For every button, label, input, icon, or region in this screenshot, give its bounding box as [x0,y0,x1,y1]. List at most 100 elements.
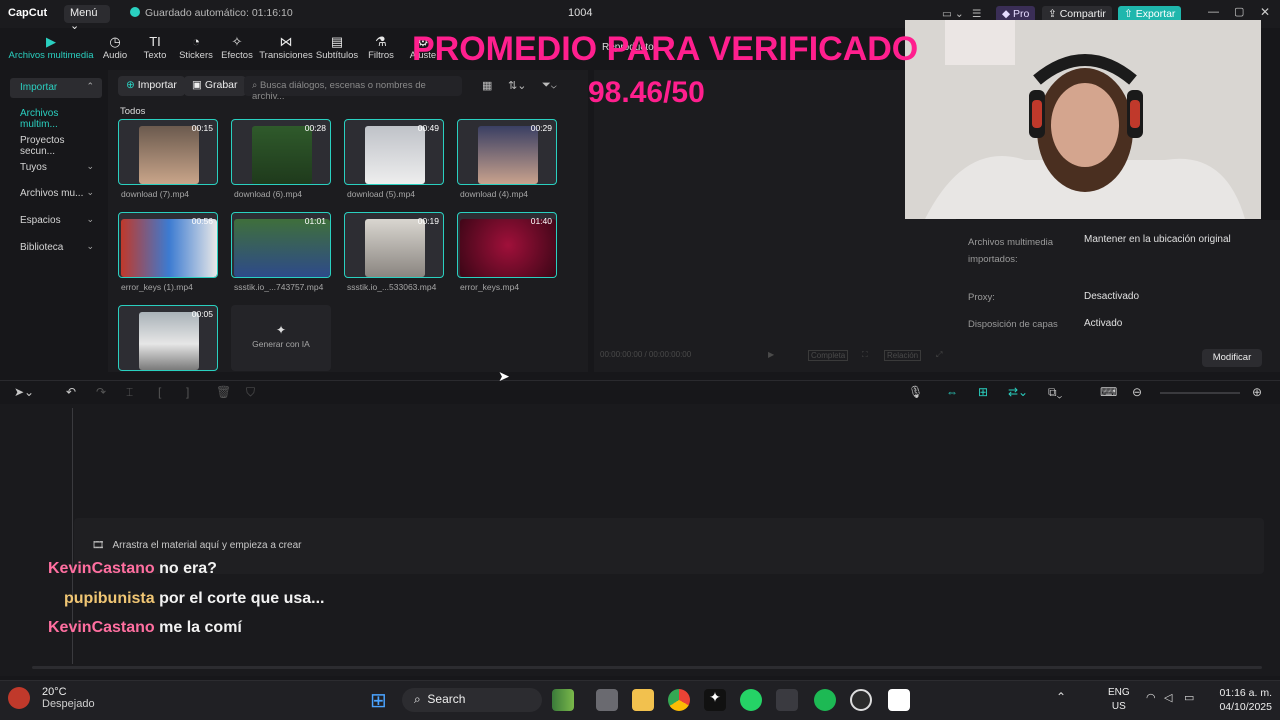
sidebar-item-media-library[interactable]: Archivos mu... ⌄ [10,184,102,204]
zoom-in-icon[interactable]: ⊕ [1252,385,1262,399]
taskbar-search[interactable]: ⌕ Search [402,688,542,712]
prop-value[interactable]: Mantener en la ubicación original [1084,234,1231,245]
media-clip[interactable]: 00:49 [344,119,444,185]
link-icon[interactable]: ⇔ [946,385,958,399]
tool-label: Efectos [221,50,253,61]
fullscreen-mode-button[interactable]: Completa [808,350,849,361]
tool-captions[interactable]: ▤ Subtítulos [314,34,360,61]
filter-icon[interactable]: ⏷⌄ [542,79,557,92]
weather-icon [8,687,30,709]
media-clip[interactable]: 00:29 [457,119,557,185]
microphone-icon[interactable]: 🎙 [908,385,923,399]
sidebar-item-library[interactable]: Biblioteca ⌄ [10,238,102,258]
clock-date: 04/10/2025 [1219,701,1272,713]
project-name[interactable]: 1004 [568,7,592,19]
whatsapp-icon[interactable] [740,689,762,711]
chat-text: por el corte que usa... [159,590,325,607]
redo-icon[interactable]: ↷ [96,385,106,399]
tool-effects[interactable]: ✧ Efectos [214,34,260,61]
zoom-out-icon[interactable]: ⊖ [1132,385,1142,399]
tray-chevron-icon[interactable]: ⌃ [1056,690,1066,704]
media-clip[interactable]: 00:56 [118,212,218,278]
pro-label: Pro [1013,8,1030,20]
tool-stickers[interactable]: ◔ Stickers [173,34,219,61]
tool-label: Archivos multimedia [8,50,94,61]
system-clock[interactable]: 01:16 a. m. 04/10/2025 [1206,686,1272,714]
minimize-icon[interactable]: — [1208,6,1219,18]
chrome-icon[interactable] [668,689,690,711]
import-button[interactable]: ⊕ Importar [118,76,185,96]
spotify-icon[interactable] [814,689,836,711]
tool-filters[interactable]: ⚗ Filtros [358,34,404,61]
tool-media[interactable]: ▶ Archivos multimedia [8,34,94,61]
sidebar-item-label: Biblioteca [20,242,64,253]
ratio-button[interactable]: Relación [884,350,922,361]
maximize-icon[interactable]: ▢ [1234,5,1244,18]
wifi-icon[interactable]: ◠ [1146,691,1156,704]
prop-value[interactable]: Activado [1084,318,1122,329]
clip-duration: 01:01 [304,216,326,226]
file-manager-icon[interactable] [596,689,618,711]
snap-icon[interactable]: ⇄⌄ [1008,385,1028,399]
sidebar-item-media[interactable]: Archivos multim... [10,104,102,130]
media-clip[interactable]: 00:15 [118,119,218,185]
region-label: US [1111,701,1126,712]
timeline-scrollbar[interactable] [32,666,1262,669]
clip-duration: 00:29 [530,123,552,133]
sparkle-icon: ✦ [275,323,287,337]
tool-transitions[interactable]: ⋈ Transiciones [258,34,314,61]
pointer-icon[interactable]: ➤⌄ [14,385,34,399]
trim-left-icon[interactable]: [ [158,385,161,399]
crop-icon[interactable]: ⛶ [862,350,868,360]
shield-icon[interactable]: ⛉ [246,385,255,400]
tool-label: Transiciones [259,50,313,61]
chevron-down-icon: ⌄ [86,214,94,224]
sidebar-item-spaces[interactable]: Espacios ⌄ [10,211,102,231]
expand-icon[interactable]: ⤢ [936,350,942,360]
autosave-text: Guardado automático: 01:16:10 [145,7,293,19]
import-label: Importar [137,79,177,91]
media-search-input[interactable]: ⌕ Busca diálogos, escenas o nombres de a… [244,76,462,102]
grid-view-icon[interactable]: ▦ [482,79,492,92]
preview-axis-icon[interactable]: ⧉⌄ [1048,385,1062,400]
battery-icon[interactable]: ▭ [1184,691,1194,704]
sort-icon[interactable]: ⇅⌄ [508,79,526,92]
volume-icon[interactable]: ◁ [1164,691,1172,704]
modify-button[interactable]: Modificar [1202,349,1262,367]
media-clip[interactable]: 00:28 [231,119,331,185]
magnet-icon[interactable]: ⊞ [978,385,988,399]
media-clip[interactable]: 00:05 [118,305,218,371]
capcut-taskbar-icon[interactable] [888,689,910,711]
app-game-icon[interactable] [552,689,574,711]
sidebar-item-yours[interactable]: Tuyos ⌄ [10,158,102,178]
chat-text: no era? [159,560,217,577]
sidebar-item-import[interactable]: Importar ⌃ [10,78,102,98]
menu-button[interactable]: Menú ⌄ [64,5,110,32]
clip-thumbnail [139,312,199,370]
media-clip[interactable]: 01:01 [231,212,331,278]
tool-text[interactable]: TI Texto [132,34,178,61]
media-clip[interactable]: 00:19 [344,212,444,278]
delete-icon[interactable]: 🗑 [216,385,231,399]
record-button[interactable]: ▣ Grabar [184,76,246,96]
weather-widget[interactable]: 20°C Despejado [8,686,95,710]
split-icon[interactable]: ⌶ [126,385,133,400]
zoom-slider[interactable] [1160,392,1240,394]
play-icon[interactable]: ▶ [768,350,774,359]
trim-right-icon[interactable]: ] [186,385,189,399]
undo-icon[interactable]: ↶ [66,385,76,399]
close-icon[interactable]: ✕ [1260,5,1270,19]
autosave-icon [130,7,140,17]
epic-games-icon[interactable]: ✦ [704,689,726,711]
prop-value[interactable]: Desactivado [1084,291,1139,302]
windows-start-icon[interactable]: ⊞ [370,688,387,713]
media-clip[interactable]: 01:40 [457,212,557,278]
sidebar-item-subprojects[interactable]: Proyectos secun... [10,131,102,157]
snipping-tool-icon[interactable] [776,689,798,711]
caption-track-icon[interactable]: ⌨ [1100,385,1117,399]
generate-ai-button[interactable]: ✦ Generar con IA [231,305,331,371]
language-indicator[interactable]: ENG US [1108,686,1130,714]
folder-icon[interactable] [632,689,654,711]
weather-desc: Despejado [42,698,95,710]
obs-icon[interactable] [850,689,872,711]
